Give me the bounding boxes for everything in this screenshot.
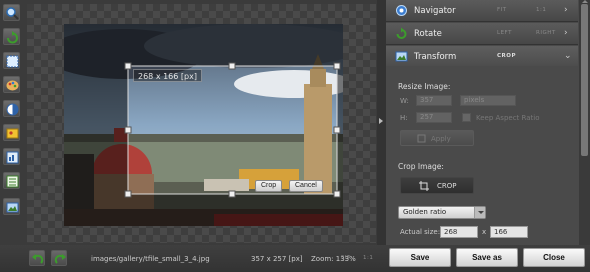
rotate-right-option[interactable]: RIGHT: [536, 30, 556, 36]
crop-selection-icon[interactable]: [3, 52, 20, 69]
resize-apply-label: Apply: [431, 135, 451, 143]
height-label: H:: [400, 114, 408, 122]
aspect-ratio-value: Golden ratio: [403, 208, 447, 216]
chevron-right-icon: ›: [564, 28, 568, 38]
actual-size-label: Actual size:: [400, 228, 441, 236]
close-button[interactable]: Close: [523, 248, 585, 267]
transform-body: Resize Image: W: 357 pixels H: 257 Keep …: [386, 66, 578, 245]
rotate-title: Rotate: [414, 29, 442, 39]
zoom-fit-option[interactable]: FIT: [341, 255, 351, 261]
redo-button[interactable]: [51, 250, 67, 266]
panel-scrollbar[interactable]: [579, 0, 590, 245]
resize-apply-button[interactable]: Apply: [400, 130, 474, 146]
collapse-arrow-icon: [379, 118, 383, 124]
aspect-ratio-select[interactable]: Golden ratio: [398, 206, 486, 219]
transform-icon: [395, 51, 408, 62]
width-label: W:: [400, 97, 409, 105]
rotate-header[interactable]: Rotate LEFT RIGHT ›: [386, 23, 578, 45]
crop-overlay: [64, 24, 343, 226]
navigator-title: Navigator: [414, 6, 456, 16]
crop-dimensions-label: 268 x 166 [px]: [133, 69, 202, 82]
navigator-header[interactable]: Navigator FIT 1:1 ›: [386, 0, 578, 22]
magnifier-icon[interactable]: [3, 4, 20, 21]
right-panel: Navigator FIT 1:1 › Rotate LEFT RIGHT › …: [386, 0, 590, 245]
save-button[interactable]: Save: [389, 248, 451, 267]
photo-effects-icon[interactable]: [3, 124, 20, 141]
undo-button[interactable]: [29, 250, 45, 266]
chevron-down-icon: ⌄: [564, 51, 572, 61]
image-editor-app: 268 x 166 [px] Crop Cancel Navigator FIT…: [0, 0, 590, 272]
status-bar: images/gallery/tfile_small_3_4.jpg 357 x…: [0, 245, 590, 272]
navigator-1to1-option[interactable]: 1:1: [536, 7, 546, 13]
keep-aspect-label: Keep Aspect Ratio: [476, 114, 540, 122]
crop-width-input[interactable]: 268: [440, 226, 478, 238]
scrollbar-thumb[interactable]: [581, 4, 588, 156]
crop-cancel-button[interactable]: Cancel: [289, 180, 323, 192]
image-size: 357 x 257 [px]: [251, 255, 303, 263]
transform-title: Transform: [414, 52, 457, 62]
crop-title: Crop Image:: [398, 162, 444, 171]
navigator-icon: [396, 5, 407, 16]
rotate-left-option[interactable]: LEFT: [497, 30, 512, 36]
rotate-icon[interactable]: [3, 28, 20, 45]
resize-image-icon[interactable]: [3, 198, 20, 215]
levels-icon[interactable]: [3, 172, 20, 189]
scroll-up-icon[interactable]: [582, 0, 588, 3]
keep-aspect-checkbox[interactable]: [462, 113, 471, 122]
redo-icon: [54, 254, 66, 264]
image-canvas[interactable]: 268 x 166 [px] Crop Cancel: [27, 4, 376, 243]
crop-confirm-button[interactable]: Crop: [255, 180, 283, 192]
save-as-button[interactable]: Save as: [456, 248, 518, 267]
crop-button-label: CROP: [437, 182, 457, 190]
resize-title: Resize Image:: [398, 82, 451, 91]
panel-collapse-toggle[interactable]: [377, 0, 386, 245]
width-input[interactable]: 357: [416, 95, 452, 106]
navigator-fit-option[interactable]: FIT: [497, 7, 507, 13]
transform-crop-option[interactable]: CROP: [497, 53, 516, 59]
contrast-icon[interactable]: [3, 100, 20, 117]
resize-icon: [417, 134, 426, 143]
sharpen-icon[interactable]: [3, 148, 20, 165]
crop-icon: [419, 181, 429, 191]
unit-select[interactable]: pixels: [460, 95, 516, 106]
chevron-right-icon: ›: [564, 5, 568, 15]
palette-icon[interactable]: [3, 76, 20, 93]
file-path: images/gallery/tfile_small_3_4.jpg: [91, 255, 210, 263]
height-input[interactable]: 257: [416, 112, 452, 123]
chevron-down-icon: [474, 207, 485, 218]
crop-button[interactable]: CROP: [400, 177, 474, 194]
times-sign: x: [482, 228, 487, 236]
rotate-icon: [396, 27, 407, 39]
transform-header[interactable]: Transform CROP ⌄: [386, 46, 578, 68]
left-toolbar: [0, 0, 24, 245]
undo-icon: [32, 254, 44, 264]
crop-height-input[interactable]: 166: [490, 226, 528, 238]
zoom-1to1-option[interactable]: 1:1: [363, 255, 373, 261]
